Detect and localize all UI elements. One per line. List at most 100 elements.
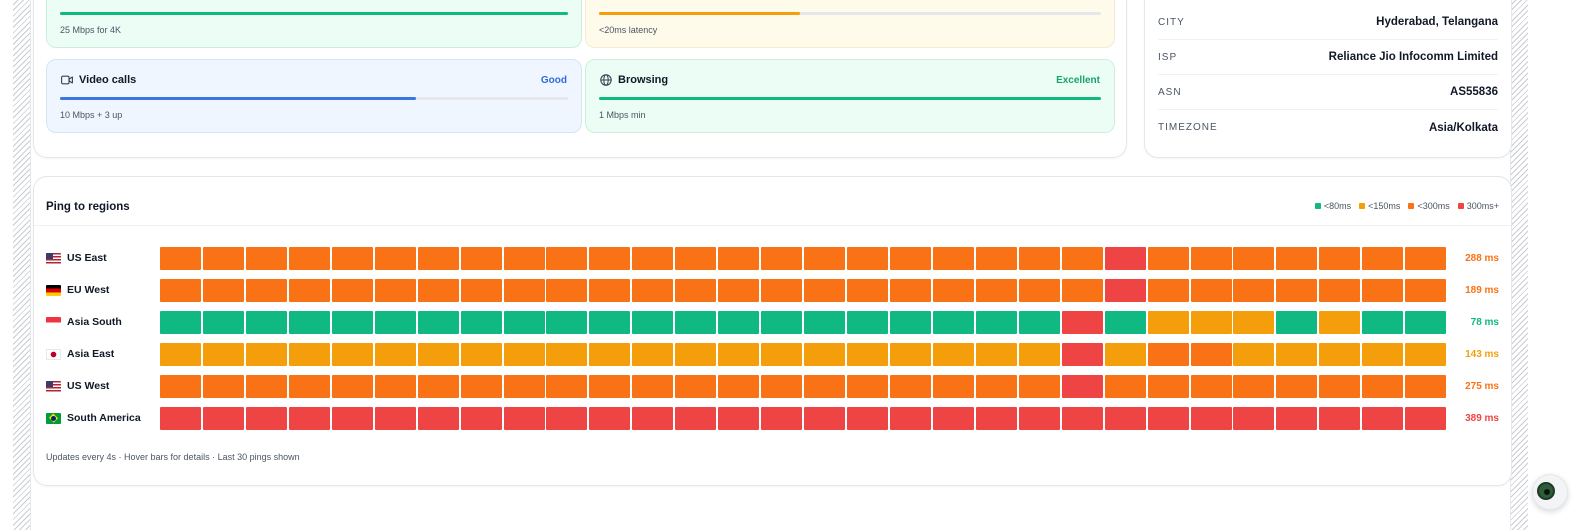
ping-bar[interactable]: [932, 407, 974, 430]
ping-bar[interactable]: [1061, 311, 1103, 334]
ping-bar[interactable]: [589, 311, 631, 334]
ping-bar[interactable]: [1104, 247, 1146, 270]
ping-bar[interactable]: [1061, 247, 1103, 270]
ping-bar[interactable]: [1405, 407, 1447, 430]
ping-bar[interactable]: [975, 343, 1017, 366]
ping-bar[interactable]: [1233, 279, 1275, 302]
ping-bar[interactable]: [1018, 311, 1060, 334]
ping-bar[interactable]: [589, 247, 631, 270]
ping-bar[interactable]: [632, 343, 674, 366]
ping-bar[interactable]: [761, 343, 803, 366]
ping-bar[interactable]: [331, 343, 373, 366]
ping-bar[interactable]: [160, 343, 202, 366]
ping-bar[interactable]: [503, 247, 545, 270]
ping-bar[interactable]: [1233, 407, 1275, 430]
ping-bar[interactable]: [1104, 279, 1146, 302]
ping-bar[interactable]: [1061, 279, 1103, 302]
ping-bar[interactable]: [1233, 343, 1275, 366]
ping-bar[interactable]: [503, 279, 545, 302]
ping-bar[interactable]: [675, 343, 717, 366]
ping-bar[interactable]: [1190, 247, 1232, 270]
ping-bar[interactable]: [1018, 375, 1060, 398]
ping-bar[interactable]: [718, 375, 760, 398]
ping-bar[interactable]: [1018, 279, 1060, 302]
ping-bar[interactable]: [1362, 407, 1404, 430]
ping-bar[interactable]: [975, 311, 1017, 334]
ping-bar[interactable]: [1061, 343, 1103, 366]
ping-bar[interactable]: [718, 311, 760, 334]
ping-bar[interactable]: [417, 247, 459, 270]
ping-bar[interactable]: [460, 247, 502, 270]
ping-bar[interactable]: [1190, 375, 1232, 398]
ping-bar[interactable]: [202, 279, 244, 302]
ping-bar[interactable]: [675, 375, 717, 398]
ping-bar[interactable]: [1362, 247, 1404, 270]
ping-bar[interactable]: [975, 279, 1017, 302]
ping-bar[interactable]: [417, 279, 459, 302]
ping-bar[interactable]: [847, 311, 889, 334]
ping-bar[interactable]: [804, 375, 846, 398]
ping-bar[interactable]: [546, 279, 588, 302]
ping-bar[interactable]: [202, 407, 244, 430]
ping-bar[interactable]: [503, 407, 545, 430]
ping-bar[interactable]: [1190, 407, 1232, 430]
ping-bar[interactable]: [889, 311, 931, 334]
ping-bar[interactable]: [1362, 279, 1404, 302]
ping-bar[interactable]: [160, 407, 202, 430]
eye-widget-button[interactable]: [1532, 474, 1568, 510]
ping-bar[interactable]: [503, 375, 545, 398]
ping-bar[interactable]: [202, 375, 244, 398]
ping-bar[interactable]: [1233, 375, 1275, 398]
ping-bar[interactable]: [1362, 343, 1404, 366]
ping-bar[interactable]: [460, 375, 502, 398]
ping-bar[interactable]: [632, 375, 674, 398]
ping-bar[interactable]: [847, 247, 889, 270]
ping-bar[interactable]: [675, 407, 717, 430]
ping-bar[interactable]: [374, 279, 416, 302]
ping-bar[interactable]: [1147, 407, 1189, 430]
ping-bar[interactable]: [1319, 343, 1361, 366]
ping-bar[interactable]: [288, 247, 330, 270]
ping-bar[interactable]: [675, 311, 717, 334]
ping-bar[interactable]: [1319, 375, 1361, 398]
ping-bar[interactable]: [374, 407, 416, 430]
ping-bar[interactable]: [761, 311, 803, 334]
ping-bar[interactable]: [761, 247, 803, 270]
ping-bar[interactable]: [1319, 279, 1361, 302]
ping-bar[interactable]: [460, 343, 502, 366]
ping-bar[interactable]: [417, 407, 459, 430]
ping-bar[interactable]: [546, 247, 588, 270]
ping-bar[interactable]: [245, 311, 287, 334]
ping-bar[interactable]: [761, 279, 803, 302]
ping-bar[interactable]: [761, 375, 803, 398]
ping-bar[interactable]: [632, 407, 674, 430]
ping-bar[interactable]: [331, 407, 373, 430]
ping-bar[interactable]: [1104, 375, 1146, 398]
ping-bar[interactable]: [160, 375, 202, 398]
ping-bar[interactable]: [1018, 343, 1060, 366]
ping-bar[interactable]: [804, 407, 846, 430]
ping-bar[interactable]: [374, 343, 416, 366]
ping-bar[interactable]: [331, 311, 373, 334]
ping-bar[interactable]: [417, 375, 459, 398]
ping-bar[interactable]: [718, 343, 760, 366]
ping-bar[interactable]: [460, 279, 502, 302]
ping-bar[interactable]: [1147, 247, 1189, 270]
ping-bar[interactable]: [331, 375, 373, 398]
ping-bar[interactable]: [675, 247, 717, 270]
ping-bar[interactable]: [675, 279, 717, 302]
ping-bar[interactable]: [589, 343, 631, 366]
ping-bar[interactable]: [1405, 279, 1447, 302]
ping-bar[interactable]: [847, 279, 889, 302]
ping-bar[interactable]: [160, 247, 202, 270]
ping-bar[interactable]: [546, 407, 588, 430]
ping-bar[interactable]: [932, 279, 974, 302]
ping-bar[interactable]: [1018, 247, 1060, 270]
ping-bar[interactable]: [975, 375, 1017, 398]
ping-bar[interactable]: [331, 247, 373, 270]
ping-bar[interactable]: [374, 311, 416, 334]
ping-bar[interactable]: [889, 407, 931, 430]
ping-bar[interactable]: [1362, 375, 1404, 398]
ping-bar[interactable]: [288, 311, 330, 334]
ping-bar[interactable]: [1319, 247, 1361, 270]
